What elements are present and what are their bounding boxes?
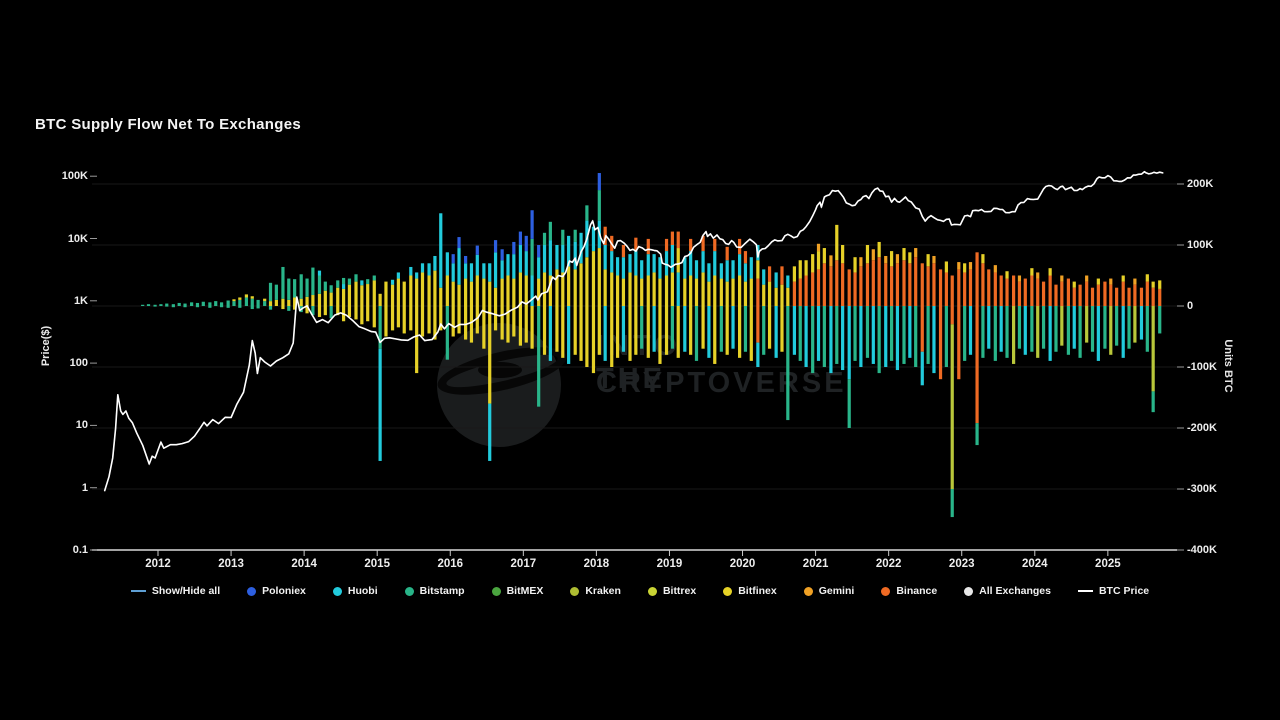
- legend-label: Gemini: [819, 585, 855, 597]
- legend-item-bitmex[interactable]: BitMEX: [492, 585, 544, 597]
- legend-label: Kraken: [585, 585, 621, 597]
- btc-price-swatch-icon: [1078, 590, 1093, 592]
- legend-item-btc-price[interactable]: BTC Price: [1078, 585, 1149, 597]
- legend-label: BitMEX: [507, 585, 544, 597]
- legend-item-gemini[interactable]: Gemini: [804, 585, 855, 597]
- bitmex-swatch-icon: [492, 587, 501, 596]
- legend-item-poloniex[interactable]: Poloniex: [247, 585, 306, 597]
- binance-swatch-icon: [881, 587, 890, 596]
- huobi-swatch-icon: [333, 587, 342, 596]
- chart-plot-area: [0, 0, 1280, 720]
- legend-item-bitstamp[interactable]: Bitstamp: [405, 585, 465, 597]
- right-axis-title: Units BTC: [1222, 339, 1234, 392]
- legend-item-kraken[interactable]: Kraken: [570, 585, 621, 597]
- legend-label: Binance: [896, 585, 937, 597]
- legend-item-huobi[interactable]: Huobi: [333, 585, 378, 597]
- bitfinex-swatch-icon: [723, 587, 732, 596]
- show-hide-all-swatch-icon: [131, 590, 146, 592]
- legend-item-bittrex[interactable]: Bittrex: [648, 585, 696, 597]
- bittrex-swatch-icon: [648, 587, 657, 596]
- legend-item-bitfinex[interactable]: Bitfinex: [723, 585, 777, 597]
- legend-label: Bitstamp: [420, 585, 465, 597]
- chart-legend: Show/Hide all Poloniex Huobi Bitstamp Bi…: [0, 585, 1280, 597]
- legend-item-all-exchanges[interactable]: All Exchanges: [964, 585, 1051, 597]
- screenshot-stage: INTO THE CRYPTOVERSE BTC Supply Flow Net…: [0, 0, 1280, 720]
- legend-label: Bitfinex: [738, 585, 777, 597]
- legend-label: Show/Hide all: [152, 585, 220, 597]
- legend-item-binance[interactable]: Binance: [881, 585, 937, 597]
- legend-label: All Exchanges: [979, 585, 1051, 597]
- page-title: BTC Supply Flow Net To Exchanges: [35, 116, 301, 133]
- legend-label: BTC Price: [1099, 585, 1149, 597]
- bitstamp-swatch-icon: [405, 587, 414, 596]
- legend-label: Poloniex: [262, 585, 306, 597]
- gemini-swatch-icon: [804, 587, 813, 596]
- kraken-swatch-icon: [570, 587, 579, 596]
- left-axis-title: Price($): [40, 326, 52, 366]
- legend-label: Huobi: [348, 585, 378, 597]
- all-exchanges-swatch-icon: [964, 587, 973, 596]
- legend-label: Bittrex: [663, 585, 696, 597]
- legend-item-show-hide-all[interactable]: Show/Hide all: [131, 585, 220, 597]
- poloniex-swatch-icon: [247, 587, 256, 596]
